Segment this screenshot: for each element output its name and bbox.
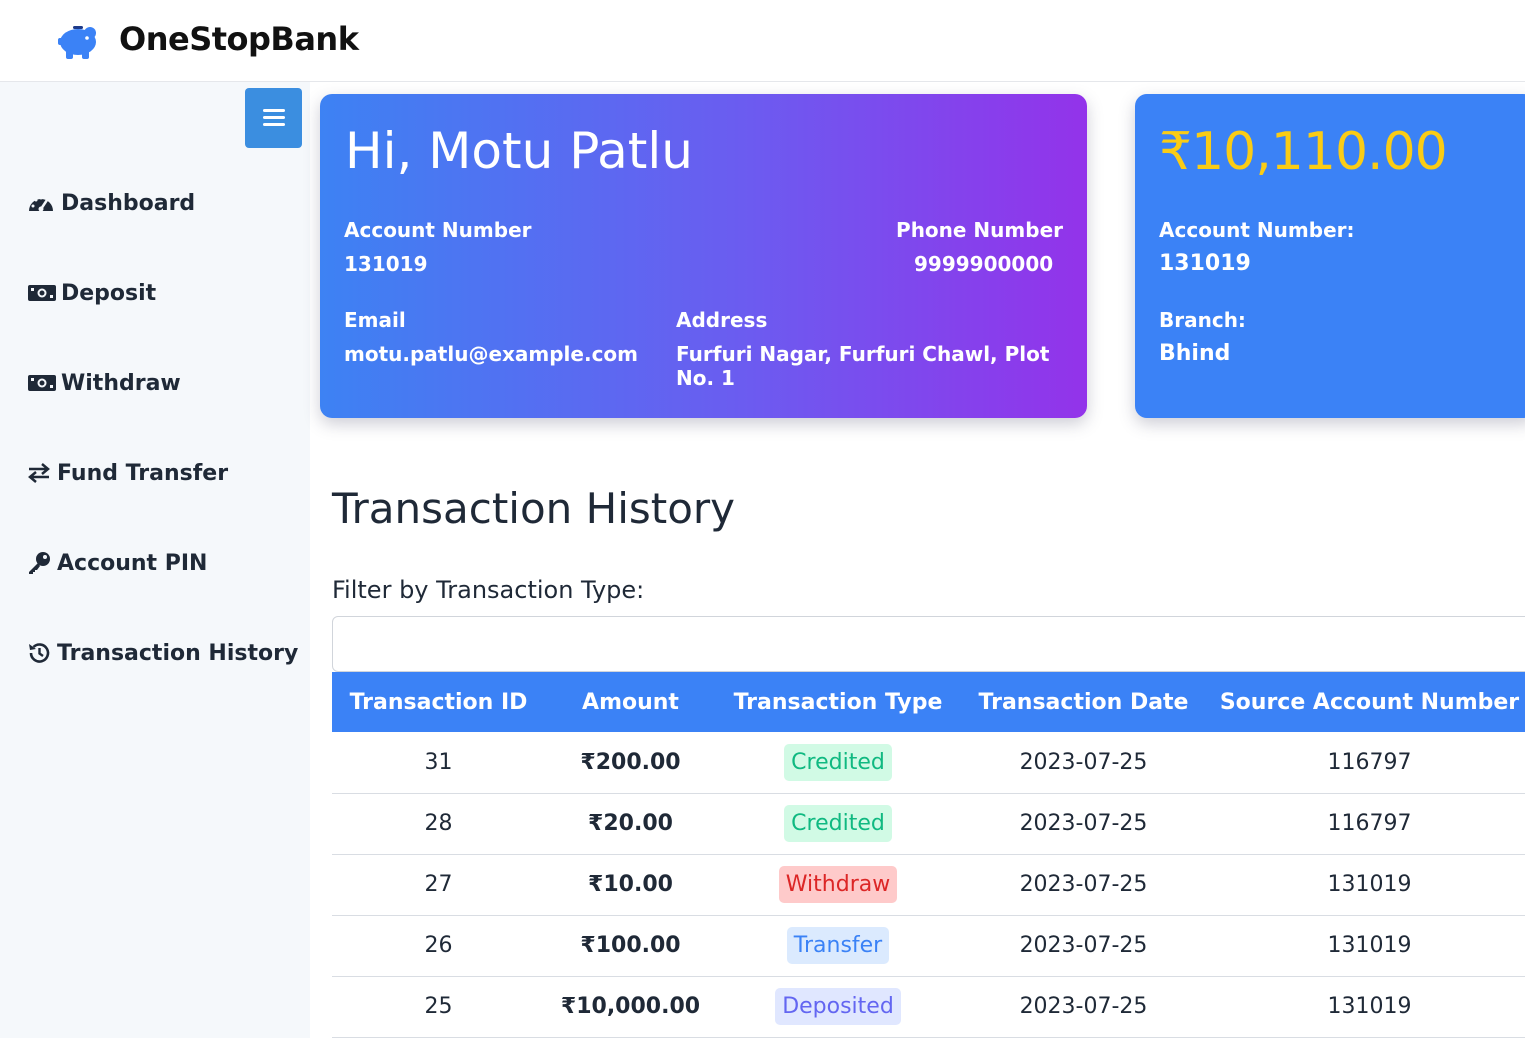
sidebar-item-transaction-history[interactable]: Transaction History: [27, 633, 298, 673]
sidebar-item-label: Withdraw: [61, 370, 181, 396]
transaction-date: 2023-07-25: [960, 793, 1207, 855]
sidebar-item-deposit[interactable]: Deposit: [27, 273, 156, 313]
column-header: Transaction Date: [978, 689, 1189, 715]
sidebar: Dashboard Deposit Withdraw Fund Transfer…: [0, 82, 310, 1038]
profile-card: Hi, Motu Patlu Account Number 131019 Pho…: [320, 94, 1087, 418]
transaction-amount: ₹20.00: [545, 793, 716, 855]
money-bill-icon: [27, 281, 57, 305]
transaction-id: 27: [332, 854, 545, 916]
branch-value: Bhind: [1159, 341, 1231, 366]
transaction-date: 2023-07-25: [960, 732, 1207, 794]
address-value: Furfuri Nagar, Furfuri Chawl, Plot No. 1: [676, 342, 1050, 390]
greeting-heading: Hi, Motu Patlu: [345, 122, 693, 180]
source-account-number: 131019: [1207, 976, 1525, 1038]
key-icon: [27, 551, 53, 575]
table-header-row: Transaction ID Amount Transaction Type T…: [332, 672, 1525, 732]
sidebar-item-label: Fund Transfer: [57, 460, 229, 486]
filter-label: Filter by Transaction Type:: [332, 576, 645, 604]
transaction-type-cell: Transfer: [716, 915, 960, 977]
sidebar-item-label: Transaction History: [57, 640, 299, 666]
table-row: 31 ₹200.00 Credited 2023-07-25 116797: [332, 732, 1525, 794]
transaction-amount: ₹200.00: [545, 732, 716, 794]
email-label: Email: [344, 308, 406, 332]
table-row: 25 ₹10,000.00 Deposited 2023-07-25 13101…: [332, 976, 1525, 1038]
sidebar-item-fund-transfer[interactable]: Fund Transfer: [27, 453, 228, 493]
column-header: Transaction Type: [733, 689, 943, 715]
phone-number-value: 9999900000: [914, 252, 1054, 276]
brand-name[interactable]: OneStopBank: [119, 20, 359, 58]
source-account-number: 131019: [1207, 854, 1525, 916]
transaction-date: 2023-07-25: [960, 976, 1207, 1038]
transaction-amount: ₹10.00: [545, 854, 716, 916]
transaction-id: 26: [332, 915, 545, 977]
transaction-date: 2023-07-25: [960, 854, 1207, 916]
transaction-type-badge: Credited: [784, 743, 892, 781]
email-value: motu.patlu@example.com: [344, 342, 639, 366]
transaction-date: 2023-07-25: [960, 915, 1207, 977]
transaction-type-filter[interactable]: [332, 616, 1525, 672]
address-label: Address: [676, 308, 768, 332]
phone-number-label: Phone Number: [896, 218, 1063, 242]
table-row: 26 ₹100.00 Transfer 2023-07-25 131019: [332, 915, 1525, 977]
transaction-type-cell: Deposited: [716, 976, 960, 1038]
gauge-icon: [27, 191, 57, 215]
hamburger-menu-icon: [262, 109, 285, 127]
balance-card: ₹10,110.00 Account Number: 131019 Branch…: [1135, 94, 1525, 418]
column-header: Source Account Number: [1219, 689, 1520, 715]
account-number-value: 131019: [344, 252, 428, 276]
sidebar-item-label: Dashboard: [61, 190, 196, 216]
history-icon: [27, 641, 53, 665]
sidebar-item-withdraw[interactable]: Withdraw: [27, 363, 181, 403]
source-account-number: 116797: [1207, 732, 1525, 794]
arrows-exchange-icon: [27, 461, 53, 485]
transaction-type-badge: Deposited: [775, 988, 901, 1025]
source-account-number: 131019: [1207, 915, 1525, 977]
transaction-type-cell: Credited: [716, 732, 960, 794]
table-row: 27 ₹10.00 Withdraw 2023-07-25 131019: [332, 854, 1525, 916]
top-navbar: OneStopBank: [0, 0, 1525, 82]
transaction-table: Transaction ID Amount Transaction Type T…: [332, 672, 1525, 1038]
transaction-id: 25: [332, 976, 545, 1038]
piggy-bank-icon[interactable]: [54, 20, 102, 60]
sidebar-toggle-button[interactable]: [245, 88, 302, 148]
account-number-label: Account Number: [344, 218, 532, 242]
balance-account-number-label: Account Number:: [1159, 218, 1355, 242]
transaction-id: 31: [332, 732, 545, 794]
transaction-amount: ₹10,000.00: [545, 976, 716, 1038]
column-header: Transaction ID: [349, 689, 528, 715]
transaction-type-badge: Withdraw: [778, 866, 898, 903]
transaction-id: 28: [332, 793, 545, 855]
balance-account-number-value: 131019: [1159, 251, 1251, 276]
transaction-type-badge: Transfer: [786, 927, 890, 964]
sidebar-item-label: Account PIN: [57, 550, 208, 576]
transaction-history-title: Transaction History: [332, 484, 736, 533]
column-header: Amount: [582, 689, 679, 715]
sidebar-item-account-pin[interactable]: Account PIN: [27, 543, 207, 583]
transaction-type-badge: Credited: [784, 805, 892, 842]
sidebar-item-label: Deposit: [61, 280, 157, 306]
account-balance: ₹10,110.00: [1159, 122, 1448, 182]
transaction-type-cell: Credited: [716, 793, 960, 855]
transaction-type-cell: Withdraw: [716, 854, 960, 916]
transaction-amount: ₹100.00: [545, 915, 716, 977]
branch-label: Branch:: [1159, 308, 1246, 332]
sidebar-item-dashboard[interactable]: Dashboard: [27, 183, 195, 223]
source-account-number: 116797: [1207, 793, 1525, 855]
money-bill-icon: [27, 371, 57, 395]
table-row: 28 ₹20.00 Credited 2023-07-25 116797: [332, 793, 1525, 855]
